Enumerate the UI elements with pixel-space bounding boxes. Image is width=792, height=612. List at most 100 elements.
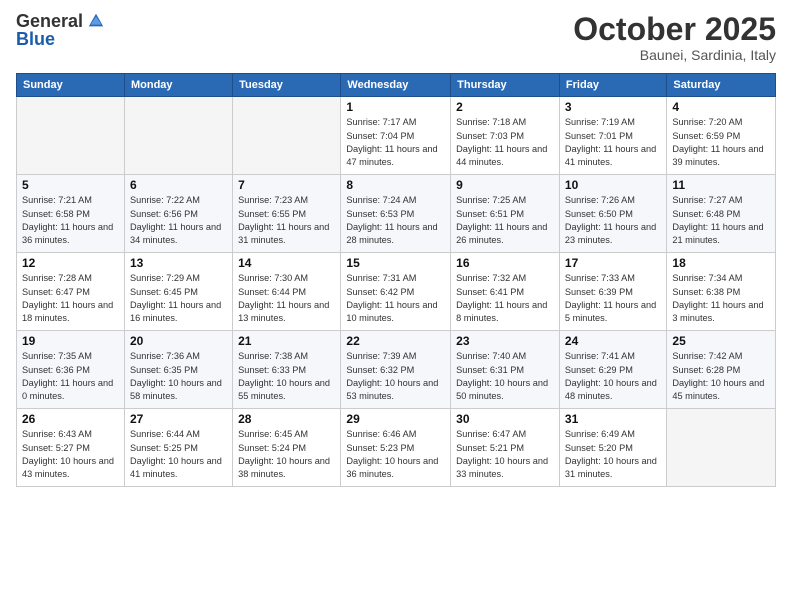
calendar-cell: 17 Sunrise: 7:33 AM Sunset: 6:39 PM Dayli…: [559, 253, 666, 331]
day-number: 6: [130, 178, 227, 192]
day-number: 5: [22, 178, 119, 192]
day-number: 29: [346, 412, 445, 426]
header: General Blue October 2025 Baunei, Sardin…: [16, 12, 776, 63]
calendar-cell: [124, 97, 232, 175]
day-number: 27: [130, 412, 227, 426]
calendar-cell: 20 Sunrise: 7:36 AM Sunset: 6:35 PM Dayli…: [124, 331, 232, 409]
day-info: Sunrise: 7:18 AM Sunset: 7:03 PM Dayligh…: [456, 116, 554, 169]
calendar-table: Sunday Monday Tuesday Wednesday Thursday…: [16, 73, 776, 487]
calendar-cell: 25 Sunrise: 7:42 AM Sunset: 6:28 PM Dayli…: [667, 331, 776, 409]
calendar-cell: 7Sunrise: 7:23 AM Sunset: 6:55 PM Daylig…: [233, 175, 341, 253]
logo-text-general: General: [16, 12, 83, 30]
day-number: 20: [130, 334, 227, 348]
day-number: 28: [238, 412, 335, 426]
day-number: 12: [22, 256, 119, 270]
col-saturday: Saturday: [667, 74, 776, 97]
calendar-cell: 24Sunrise: 7:41 AM Sunset: 6:29 PM Dayli…: [559, 331, 666, 409]
calendar-cell: 11Sunrise: 7:27 AM Sunset: 6:48 PM Dayli…: [667, 175, 776, 253]
calendar-cell: [667, 409, 776, 487]
day-number: 25: [672, 334, 770, 348]
logo: General: [16, 12, 105, 30]
calendar-cell: 1 Sunrise: 7:17 AM Sunset: 7:04 PM Daylig…: [341, 97, 451, 175]
day-number: 30: [456, 412, 554, 426]
day-number: 31: [565, 412, 661, 426]
day-number: 13: [130, 256, 227, 270]
calendar-cell: [233, 97, 341, 175]
day-number: 2: [456, 100, 554, 114]
day-info: Sunrise: 7:33 AM Sunset: 6:39 PM Dayligh…: [565, 272, 661, 325]
day-number: 23: [456, 334, 554, 348]
day-info: Sunrise: 7:22 AM Sunset: 6:56 PM Dayligh…: [130, 194, 227, 247]
calendar-cell: 26 Sunrise: 6:43 AM Sunset: 5:27 PM Dayli…: [17, 409, 125, 487]
day-info: Sunrise: 7:25 AM Sunset: 6:51 PM Dayligh…: [456, 194, 554, 247]
calendar-cell: 23 Sunrise: 7:40 AM Sunset: 6:31 PM Dayli…: [451, 331, 560, 409]
day-number: 14: [238, 256, 335, 270]
day-info: Sunrise: 7:27 AM Sunset: 6:48 PM Dayligh…: [672, 194, 770, 247]
day-info: Sunrise: 6:43 AM Sunset: 5:27 PM Dayligh…: [22, 428, 119, 481]
calendar-cell: 13 Sunrise: 7:29 AM Sunset: 6:45 PM Dayli…: [124, 253, 232, 331]
month-title: October 2025: [573, 12, 776, 47]
col-tuesday: Tuesday: [233, 74, 341, 97]
calendar-cell: 14 Sunrise: 7:30 AM Sunset: 6:44 PM Dayli…: [233, 253, 341, 331]
week-row-5: 26 Sunrise: 6:43 AM Sunset: 5:27 PM Dayli…: [17, 409, 776, 487]
logo-area: General Blue: [16, 12, 105, 48]
calendar-cell: 18Sunrise: 7:34 AM Sunset: 6:38 PM Dayli…: [667, 253, 776, 331]
day-number: 7: [238, 178, 335, 192]
day-number: 16: [456, 256, 554, 270]
calendar-cell: 21Sunrise: 7:38 AM Sunset: 6:33 PM Dayli…: [233, 331, 341, 409]
calendar-cell: 29 Sunrise: 6:46 AM Sunset: 5:23 PM Dayli…: [341, 409, 451, 487]
col-wednesday: Wednesday: [341, 74, 451, 97]
day-number: 22: [346, 334, 445, 348]
day-info: Sunrise: 6:45 AM Sunset: 5:24 PM Dayligh…: [238, 428, 335, 481]
day-info: Sunrise: 7:29 AM Sunset: 6:45 PM Dayligh…: [130, 272, 227, 325]
day-info: Sunrise: 7:34 AM Sunset: 6:38 PM Dayligh…: [672, 272, 770, 325]
day-number: 10: [565, 178, 661, 192]
logo-icon: [87, 12, 105, 30]
calendar-cell: 27Sunrise: 6:44 AM Sunset: 5:25 PM Dayli…: [124, 409, 232, 487]
day-info: Sunrise: 7:42 AM Sunset: 6:28 PM Dayligh…: [672, 350, 770, 403]
day-number: 26: [22, 412, 119, 426]
day-number: 19: [22, 334, 119, 348]
calendar-cell: 19 Sunrise: 7:35 AM Sunset: 6:36 PM Dayli…: [17, 331, 125, 409]
calendar-cell: 3Sunrise: 7:19 AM Sunset: 7:01 PM Daylig…: [559, 97, 666, 175]
col-friday: Friday: [559, 74, 666, 97]
calendar-cell: 12 Sunrise: 7:28 AM Sunset: 6:47 PM Dayli…: [17, 253, 125, 331]
week-row-1: 1 Sunrise: 7:17 AM Sunset: 7:04 PM Daylig…: [17, 97, 776, 175]
day-info: Sunrise: 7:40 AM Sunset: 6:31 PM Dayligh…: [456, 350, 554, 403]
day-number: 15: [346, 256, 445, 270]
day-info: Sunrise: 6:46 AM Sunset: 5:23 PM Dayligh…: [346, 428, 445, 481]
page: General Blue October 2025 Baunei, Sardin…: [0, 0, 792, 612]
day-info: Sunrise: 7:38 AM Sunset: 6:33 PM Dayligh…: [238, 350, 335, 403]
day-info: Sunrise: 7:28 AM Sunset: 6:47 PM Dayligh…: [22, 272, 119, 325]
calendar-cell: 15Sunrise: 7:31 AM Sunset: 6:42 PM Dayli…: [341, 253, 451, 331]
calendar-cell: 30Sunrise: 6:47 AM Sunset: 5:21 PM Dayli…: [451, 409, 560, 487]
day-number: 4: [672, 100, 770, 114]
day-info: Sunrise: 7:35 AM Sunset: 6:36 PM Dayligh…: [22, 350, 119, 403]
day-info: Sunrise: 7:36 AM Sunset: 6:35 PM Dayligh…: [130, 350, 227, 403]
week-row-4: 19 Sunrise: 7:35 AM Sunset: 6:36 PM Dayli…: [17, 331, 776, 409]
day-info: Sunrise: 7:21 AM Sunset: 6:58 PM Dayligh…: [22, 194, 119, 247]
day-info: Sunrise: 7:32 AM Sunset: 6:41 PM Dayligh…: [456, 272, 554, 325]
day-number: 9: [456, 178, 554, 192]
day-number: 17: [565, 256, 661, 270]
calendar-cell: 2 Sunrise: 7:18 AM Sunset: 7:03 PM Daylig…: [451, 97, 560, 175]
day-info: Sunrise: 7:24 AM Sunset: 6:53 PM Dayligh…: [346, 194, 445, 247]
day-number: 24: [565, 334, 661, 348]
day-info: Sunrise: 7:17 AM Sunset: 7:04 PM Dayligh…: [346, 116, 445, 169]
col-thursday: Thursday: [451, 74, 560, 97]
day-number: 8: [346, 178, 445, 192]
calendar-cell: 5 Sunrise: 7:21 AM Sunset: 6:58 PM Daylig…: [17, 175, 125, 253]
header-row: Sunday Monday Tuesday Wednesday Thursday…: [17, 74, 776, 97]
day-number: 3: [565, 100, 661, 114]
week-row-3: 12 Sunrise: 7:28 AM Sunset: 6:47 PM Dayli…: [17, 253, 776, 331]
day-number: 1: [346, 100, 445, 114]
col-monday: Monday: [124, 74, 232, 97]
col-sunday: Sunday: [17, 74, 125, 97]
calendar-cell: 22Sunrise: 7:39 AM Sunset: 6:32 PM Dayli…: [341, 331, 451, 409]
day-info: Sunrise: 7:26 AM Sunset: 6:50 PM Dayligh…: [565, 194, 661, 247]
day-info: Sunrise: 7:30 AM Sunset: 6:44 PM Dayligh…: [238, 272, 335, 325]
logo-text-blue: Blue: [16, 30, 55, 48]
day-info: Sunrise: 7:20 AM Sunset: 6:59 PM Dayligh…: [672, 116, 770, 169]
day-info: Sunrise: 6:49 AM Sunset: 5:20 PM Dayligh…: [565, 428, 661, 481]
calendar-cell: 28 Sunrise: 6:45 AM Sunset: 5:24 PM Dayli…: [233, 409, 341, 487]
